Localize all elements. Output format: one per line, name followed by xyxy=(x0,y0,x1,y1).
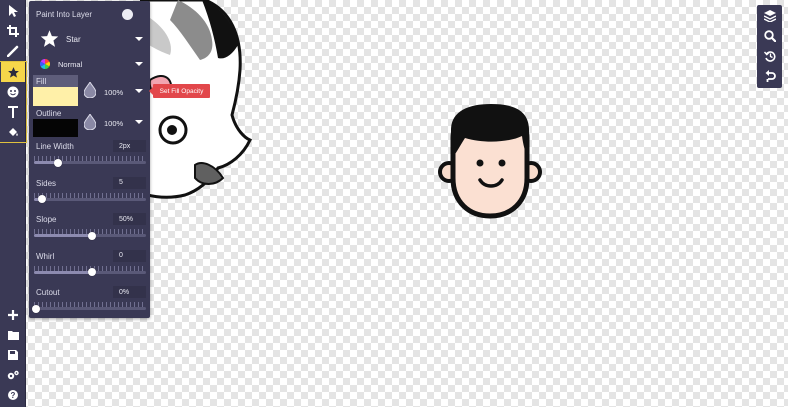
text-icon[interactable] xyxy=(1,102,25,122)
slider-track[interactable] xyxy=(34,197,146,201)
slider-label: Cutout xyxy=(36,288,60,297)
outline-opacity-drop-icon[interactable] xyxy=(84,114,96,130)
sticker-face-icon[interactable] xyxy=(1,82,25,102)
fill-opacity-drop-icon[interactable] xyxy=(84,82,96,98)
crop-icon[interactable] xyxy=(1,21,25,41)
slider-knob[interactable] xyxy=(88,268,96,276)
slider-knob[interactable] xyxy=(54,158,63,167)
shape-select-value: Star xyxy=(66,35,81,44)
slider-label: Whirl xyxy=(36,251,55,261)
chevron-down-icon[interactable] xyxy=(135,120,143,124)
fill-opacity-value[interactable]: 100% xyxy=(104,88,123,97)
chevron-down-icon xyxy=(135,62,143,66)
history-icon[interactable] xyxy=(757,46,782,66)
slider-cutout: Cutout 0% xyxy=(29,286,150,320)
fill-swatch[interactable] xyxy=(33,87,78,106)
fill-opacity-tooltip: Set Fill Opacity xyxy=(149,84,210,98)
slider-track[interactable] xyxy=(34,307,146,310)
help-icon[interactable]: ? xyxy=(1,385,25,405)
chevron-down-icon[interactable] xyxy=(135,89,143,93)
blend-mode-select[interactable]: Normal xyxy=(29,54,150,74)
cow-sticker[interactable] xyxy=(140,0,255,205)
slider-fill xyxy=(34,161,57,164)
slider-value-input[interactable]: 0% xyxy=(113,286,146,298)
slider-fill xyxy=(34,234,90,237)
slider-value-input[interactable]: 2px xyxy=(113,140,146,152)
slider-value-input[interactable]: 0 xyxy=(113,249,146,262)
slider-label: Slope xyxy=(36,215,57,224)
star-shape-icon xyxy=(40,30,59,47)
right-toolbar xyxy=(757,5,782,88)
paint-into-layer-label: Paint Into Layer xyxy=(36,10,93,19)
folder-icon[interactable] xyxy=(1,325,25,345)
face-sticker[interactable] xyxy=(435,100,545,222)
slider-value-input[interactable]: 50% xyxy=(113,213,146,225)
slider-label: Sides xyxy=(36,178,57,188)
settings-icon[interactable] xyxy=(1,365,25,385)
outline-swatch[interactable] xyxy=(33,119,78,137)
slider-label: Line Width xyxy=(36,142,74,151)
fill-label: Fill xyxy=(36,77,47,86)
slider-ticks xyxy=(34,192,146,198)
star-icon[interactable] xyxy=(1,62,25,82)
slider-fill xyxy=(34,270,90,274)
chevron-down-icon xyxy=(135,37,143,41)
slider-knob[interactable] xyxy=(32,304,40,313)
undo-icon[interactable] xyxy=(757,66,782,86)
outline-label: Outline xyxy=(36,109,62,118)
slider-knob[interactable] xyxy=(37,195,46,203)
zoom-icon[interactable] xyxy=(757,26,782,46)
shape-select[interactable]: Star xyxy=(29,27,150,51)
select-arrow-icon[interactable] xyxy=(1,1,25,21)
fill-bucket-icon[interactable] xyxy=(1,122,25,142)
slider-line-width: Line Width 2px xyxy=(29,140,150,174)
left-toolbar: ? xyxy=(0,0,27,407)
shape-properties-panel: Paint Into Layer Star Normal Fill 100% O… xyxy=(29,1,150,318)
paint-into-layer-toggle[interactable] xyxy=(122,9,133,20)
add-icon[interactable] xyxy=(1,305,25,325)
slider-value-input[interactable]: 5 xyxy=(113,176,146,189)
outline-opacity-value[interactable]: 100% xyxy=(104,119,123,128)
color-wheel-icon xyxy=(40,59,50,69)
brush-icon[interactable] xyxy=(1,41,25,61)
layers-icon[interactable] xyxy=(757,6,782,26)
slider-knob[interactable] xyxy=(88,231,96,240)
slider-slope: Slope 50% xyxy=(29,213,150,247)
slider-sides: Sides 5 xyxy=(29,176,150,211)
save-icon[interactable] xyxy=(1,345,25,365)
blend-mode-value: Normal xyxy=(58,60,83,69)
svg-text:?: ? xyxy=(11,391,16,400)
slider-whirl: Whirl 0 xyxy=(29,249,150,284)
